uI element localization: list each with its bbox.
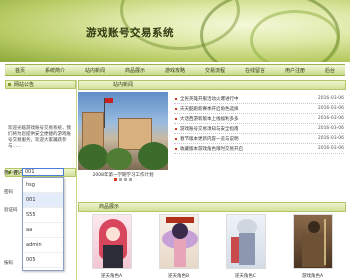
notice-spacer <box>5 89 76 123</box>
news-date: 2016-03-06 <box>317 136 344 141</box>
character-face <box>105 227 120 241</box>
product-name[interactable]: 逆天角色B <box>157 273 201 279</box>
slider-dots <box>78 178 168 181</box>
news-date: 2016-03-06 <box>317 126 344 131</box>
news-item[interactable]: 大话西游新版本上线福利多多 2016-03-06 <box>174 114 344 124</box>
character-weapon <box>323 219 326 265</box>
username-input[interactable]: 001 <box>22 168 64 176</box>
site-title: 游戏账号交易系统 <box>86 27 174 39</box>
product-name[interactable]: 游戏角色A <box>291 273 335 279</box>
news-list: 全民英雄开服活动火爆进行中 2016-03-06 天天酷跑新赛季开启角色选择 201… <box>174 94 344 154</box>
product-image[interactable] <box>91 214 132 269</box>
autocomplete-dropdown: hsg 001 555 aa admin 005 <box>22 177 64 271</box>
autocomplete-option[interactable]: aa <box>23 223 63 238</box>
tree-shape <box>138 142 168 170</box>
product-name[interactable]: 逆天角色A <box>90 273 134 279</box>
autocomplete-option[interactable]: 555 <box>23 208 63 223</box>
product-card[interactable]: 游戏角色A <box>291 214 335 279</box>
autocomplete-option[interactable]: admin <box>23 238 63 253</box>
news-date: 2016-03-06 <box>317 146 344 151</box>
news-item[interactable]: 游戏账号交易须知与安全指南 2016-03-06 <box>174 124 344 134</box>
banner-swirl <box>250 10 340 62</box>
character-body <box>238 233 255 265</box>
character-body <box>173 239 186 267</box>
news-title[interactable]: 天天酷跑新赛季开启角色选择 <box>180 106 239 112</box>
product-card[interactable]: 逆天角色A <box>90 214 134 279</box>
product-image[interactable] <box>158 214 199 269</box>
flag <box>105 98 113 103</box>
nav-intro[interactable]: 系统简介 <box>45 67 65 74</box>
slider-dot[interactable] <box>124 178 127 181</box>
username-label: 用户名 <box>4 171 18 176</box>
character-armor <box>301 233 326 267</box>
slider-dot[interactable] <box>129 178 132 181</box>
product-image[interactable] <box>292 214 333 269</box>
news-item[interactable]: 全民英雄开服活动火爆进行中 2016-03-06 <box>174 94 344 104</box>
nav-register[interactable]: 用户注册 <box>285 67 305 74</box>
nav-home[interactable]: 首页 <box>15 67 25 74</box>
header-banner: 游戏账号交易系统 <box>0 0 350 62</box>
nav-admin[interactable]: 后台 <box>325 67 335 74</box>
news-item[interactable]: 春节版本更新内容一览与说明 2016-03-06 <box>174 134 344 144</box>
product-image[interactable] <box>225 214 266 269</box>
main-content: 站内新闻 2008年第一学期学习工作计划 全民英雄开服活动火爆进行中 2016-0… <box>78 80 346 279</box>
product-card[interactable]: 逆天角色C <box>224 214 268 279</box>
news-title[interactable]: 全民英雄开服活动火爆进行中 <box>180 96 239 102</box>
news-photo[interactable] <box>78 92 168 170</box>
slider-dot[interactable] <box>119 178 122 181</box>
news-date: 2016-03-06 <box>317 96 344 101</box>
captcha-label: 验证码 <box>4 208 18 213</box>
news-title[interactable]: 大话西游新版本上线福利多多 <box>180 116 239 122</box>
nav-news[interactable]: 站内新闻 <box>85 67 105 74</box>
nav-process[interactable]: 交易流程 <box>205 67 225 74</box>
autocomplete-option[interactable]: hsg <box>23 178 63 193</box>
slider-dot[interactable] <box>114 178 117 181</box>
news-date: 2016-03-06 <box>317 106 344 111</box>
news-date: 2016-03-06 <box>317 116 344 121</box>
products-heading: 商品展示 <box>78 202 346 212</box>
nav-guides[interactable]: 游戏攻略 <box>165 67 185 74</box>
character-dress <box>102 245 123 268</box>
main-nav: 首页 系统简介 站内新闻 商品展示 游戏攻略 交易流程 在线留言 用户注册 后台 <box>5 64 345 76</box>
logo-text <box>165 217 194 223</box>
notice-heading: 网站公告 <box>5 80 76 89</box>
notice-text: 欢迎光临游戏账号交易系统，我们将为您提供安全便捷的游戏账号交易服务，欢迎大家踊跃… <box>8 126 71 149</box>
product-grid: 逆天角色A 逆天角色B 逆天角色C 游戏角色A <box>78 214 346 279</box>
news-title[interactable]: 春节版本更新内容一览与说明 <box>180 136 239 142</box>
nav-products[interactable]: 商品展示 <box>125 67 145 74</box>
product-name[interactable]: 逆天角色C <box>224 273 268 279</box>
character-head <box>307 221 320 233</box>
news-heading: 站内新闻 <box>78 80 346 90</box>
tree-shape <box>78 144 108 170</box>
autocomplete-option[interactable]: 001 <box>23 193 63 208</box>
tree-shape <box>106 148 132 170</box>
news-item[interactable]: 天天酷跑新赛季开启角色选择 2016-03-06 <box>174 104 344 114</box>
extra-label: 按码 <box>4 261 13 266</box>
character-hair <box>171 223 188 239</box>
news-item[interactable]: 收藏版本游戏角色限时交易开启 2016-03-06 <box>174 144 344 154</box>
autocomplete-option[interactable]: 005 <box>23 253 63 268</box>
nav-message[interactable]: 在线留言 <box>245 67 265 74</box>
password-label: 密码 <box>4 190 13 195</box>
character-cape <box>230 237 239 263</box>
news-title[interactable]: 收藏版本游戏角色限时交易开启 <box>180 146 243 152</box>
news-title[interactable]: 游戏账号交易须知与安全指南 <box>180 126 239 132</box>
product-card[interactable]: 逆天角色B <box>157 214 201 279</box>
